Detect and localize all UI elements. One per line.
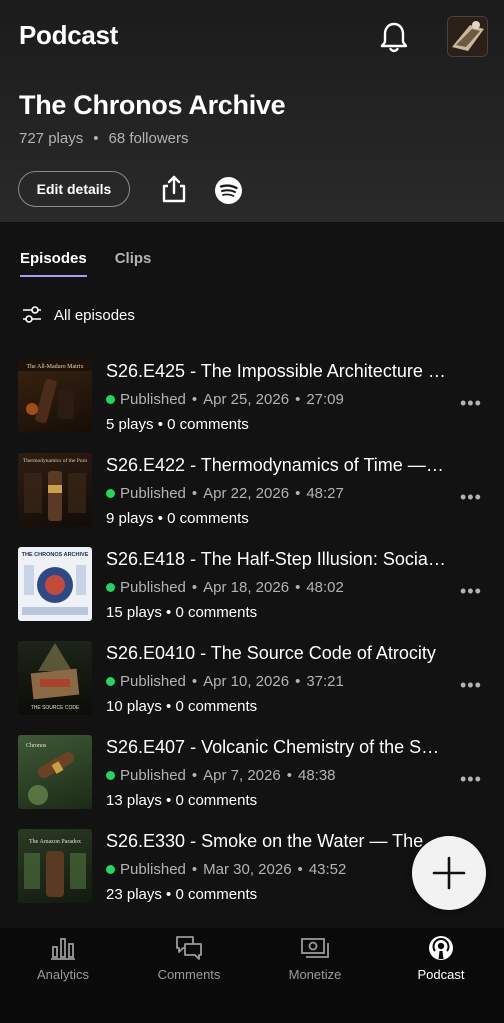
thumbnail-caption: Chronos: [26, 743, 47, 749]
notifications-bell-icon[interactable]: [378, 20, 410, 54]
nav-analytics[interactable]: Analytics: [0, 928, 126, 1023]
page-title: Podcast: [19, 20, 119, 50]
episode-meta: Published • Apr 18, 2026 • 48:02: [106, 579, 344, 596]
share-icon[interactable]: [160, 174, 188, 204]
episode-date: Apr 22, 2026: [203, 485, 290, 502]
show-title: The Chronos Archive: [19, 90, 286, 120]
published-status-dot: [106, 583, 115, 592]
avatar[interactable]: [447, 16, 488, 57]
more-options-button[interactable]: •••: [460, 769, 482, 790]
more-options-button[interactable]: •••: [460, 675, 482, 696]
nav-comments[interactable]: Comments: [126, 928, 252, 1023]
episode-status: Published: [120, 579, 186, 596]
episode-meta: Published • Apr 25, 2026 • 27:09: [106, 391, 344, 408]
tab-episodes[interactable]: Episodes: [20, 250, 87, 277]
episode-status: Published: [120, 673, 186, 690]
episode-row[interactable]: THE SOURCE CODE S26.E0410 - The Source C…: [0, 641, 504, 735]
analytics-icon: [51, 938, 75, 960]
episode-title: S26.E330 - Smoke on the Water — The Amaz…: [106, 831, 446, 851]
episode-duration: 48:02: [306, 579, 344, 596]
episode-row[interactable]: Thermodynamics of the Puro S26.E422 - Th…: [0, 453, 504, 547]
thumbnail-caption: THE CHRONOS ARCHIVE: [22, 552, 89, 558]
episode-duration: 48:38: [297, 767, 336, 784]
episode-title: S26.E0410 - The Source Code of Atrocity: [106, 643, 436, 663]
thumbnail-caption: The All-Maduro Matrix: [27, 364, 84, 370]
plus-icon: [432, 856, 466, 890]
episode-thumbnail: THE CHRONOS ARCHIVE: [18, 547, 92, 621]
episode-list: The All-Maduro Matrix S26.E425 - The Imp…: [0, 359, 504, 923]
filter-label: All episodes: [54, 306, 135, 324]
episode-duration: 48:27: [306, 485, 344, 502]
episode-thumbnail: Chronos: [18, 735, 92, 809]
episode-date: Mar 30, 2026: [203, 861, 292, 878]
episode-title: S26.E418 - The Half-Step Illusion: Socia…: [106, 549, 446, 569]
episode-thumbnail: THE SOURCE CODE: [18, 641, 92, 715]
thumbnail-caption: THE SOURCE CODE: [31, 705, 80, 711]
show-stats: 727 plays • 68 followers: [19, 130, 189, 147]
published-status-dot: [106, 395, 115, 404]
plays-count: 727 plays: [19, 130, 84, 147]
episode-date: Apr 7, 2026: [203, 767, 281, 784]
add-episode-button[interactable]: [412, 836, 486, 910]
show-header: Podcast The Chronos Archive 727 plays • 68…: [0, 0, 504, 222]
nav-monetize[interactable]: Monetize: [252, 928, 378, 1023]
episode-counts: 23 plays • 0 comments: [106, 886, 258, 903]
published-status-dot: [106, 489, 115, 498]
more-options-button[interactable]: •••: [460, 487, 482, 508]
nav-podcast[interactable]: Podcast: [378, 928, 504, 1023]
published-status-dot: [106, 771, 115, 780]
nav-label: Podcast: [417, 967, 465, 982]
episode-thumbnail: Thermodynamics of the Puro: [18, 453, 92, 527]
episode-thumbnail: The All-Maduro Matrix: [18, 359, 92, 433]
episode-counts: 9 plays • 0 comments: [106, 510, 249, 527]
episode-filter[interactable]: All episodes: [22, 306, 135, 324]
comments-icon: [176, 936, 202, 960]
episode-counts: 5 plays • 0 comments: [106, 416, 249, 433]
tab-bar: Episodes Clips: [20, 250, 151, 277]
thumbnail-caption: The Amazon Paradox: [29, 839, 81, 845]
nav-label: Comments: [157, 967, 221, 982]
bottom-navigation: Analytics Comments Monetize Podcast: [0, 928, 504, 1023]
nav-label: Monetize: [288, 967, 342, 982]
tab-clips[interactable]: Clips: [115, 250, 152, 277]
episode-thumbnail: The Amazon Paradox: [18, 829, 92, 903]
followers-count: 68 followers: [108, 130, 189, 147]
episode-meta: Published • Apr 22, 2026 • 48:27: [106, 485, 344, 502]
episode-meta: Published • Apr 7, 2026 • 48:38: [106, 767, 336, 784]
episode-status: Published: [120, 767, 186, 784]
episode-status: Published: [120, 861, 186, 878]
episode-meta: Published • Mar 30, 2026 • 43:52: [106, 861, 346, 878]
edit-details-button[interactable]: Edit details: [18, 171, 130, 207]
thumbnail-caption: Thermodynamics of the Puro: [23, 457, 88, 464]
episode-date: Apr 10, 2026: [203, 673, 290, 690]
episode-title: S26.E407 - Volcanic Chemistry of the Smo…: [106, 737, 446, 757]
episode-row[interactable]: THE CHRONOS ARCHIVE S26.E418 - The Half-…: [0, 547, 504, 641]
episode-title: S26.E422 - Thermodynamics of Time — Ther…: [106, 455, 446, 475]
spotify-icon[interactable]: [215, 177, 242, 204]
podcast-icon: [429, 936, 453, 960]
episode-date: Apr 18, 2026: [203, 579, 290, 596]
episode-date: Apr 25, 2026: [203, 391, 290, 408]
filter-sliders-icon: [23, 306, 41, 323]
monetize-icon: [301, 938, 329, 958]
episode-status: Published: [120, 391, 186, 408]
published-status-dot: [106, 677, 115, 686]
nav-label: Analytics: [36, 967, 90, 982]
episode-row[interactable]: The All-Maduro Matrix S26.E425 - The Imp…: [0, 359, 504, 453]
episode-counts: 10 plays • 0 comments: [106, 698, 258, 715]
episode-counts: 13 plays • 0 comments: [106, 792, 258, 809]
episode-title: S26.E425 - The Impossible Architecture o…: [106, 361, 446, 381]
episode-duration: 27:09: [306, 391, 344, 408]
episode-meta: Published • Apr 10, 2026 • 37:21: [106, 673, 344, 690]
more-options-button[interactable]: •••: [460, 581, 482, 602]
episode-counts: 15 plays • 0 comments: [106, 604, 258, 621]
episode-status: Published: [120, 485, 186, 502]
more-options-button[interactable]: •••: [460, 393, 482, 414]
episode-duration: 37:21: [306, 673, 344, 690]
published-status-dot: [106, 865, 115, 874]
episode-duration: 43:52: [308, 861, 347, 878]
episode-row[interactable]: Chronos S26.E407 - Volcanic Chemistry of…: [0, 735, 504, 829]
